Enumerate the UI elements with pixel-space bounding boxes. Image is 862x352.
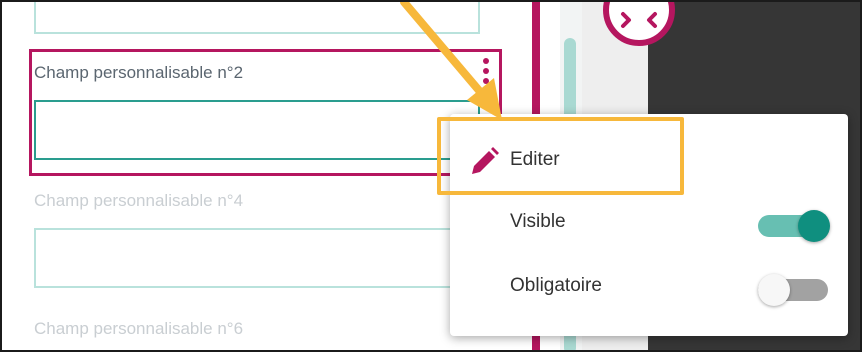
required-toggle[interactable] [758,274,830,306]
menu-item-required-label: Obligatoire [510,275,602,296]
visible-toggle[interactable] [758,210,830,242]
arrow-annotation-icon [400,2,502,120]
required-toggle-knob [758,274,790,306]
move-icon [621,12,657,28]
field-input-4[interactable] [34,228,480,288]
menu-item-visible[interactable]: Visible [450,194,848,250]
highlight-annotation [437,117,684,195]
field-label-2: Champ personnalisable n°2 [34,63,244,82]
visible-toggle-knob [798,210,830,242]
app-frame: Champ personnalisable n°2 Champ personna… [0,0,862,352]
field-label-4: Champ personnalisable n°4 [34,191,244,210]
menu-item-visible-label: Visible [510,211,566,232]
menu-item-required[interactable]: Obligatoire [450,258,848,314]
field-label-6: Champ personnalisable n°6 [34,319,244,338]
